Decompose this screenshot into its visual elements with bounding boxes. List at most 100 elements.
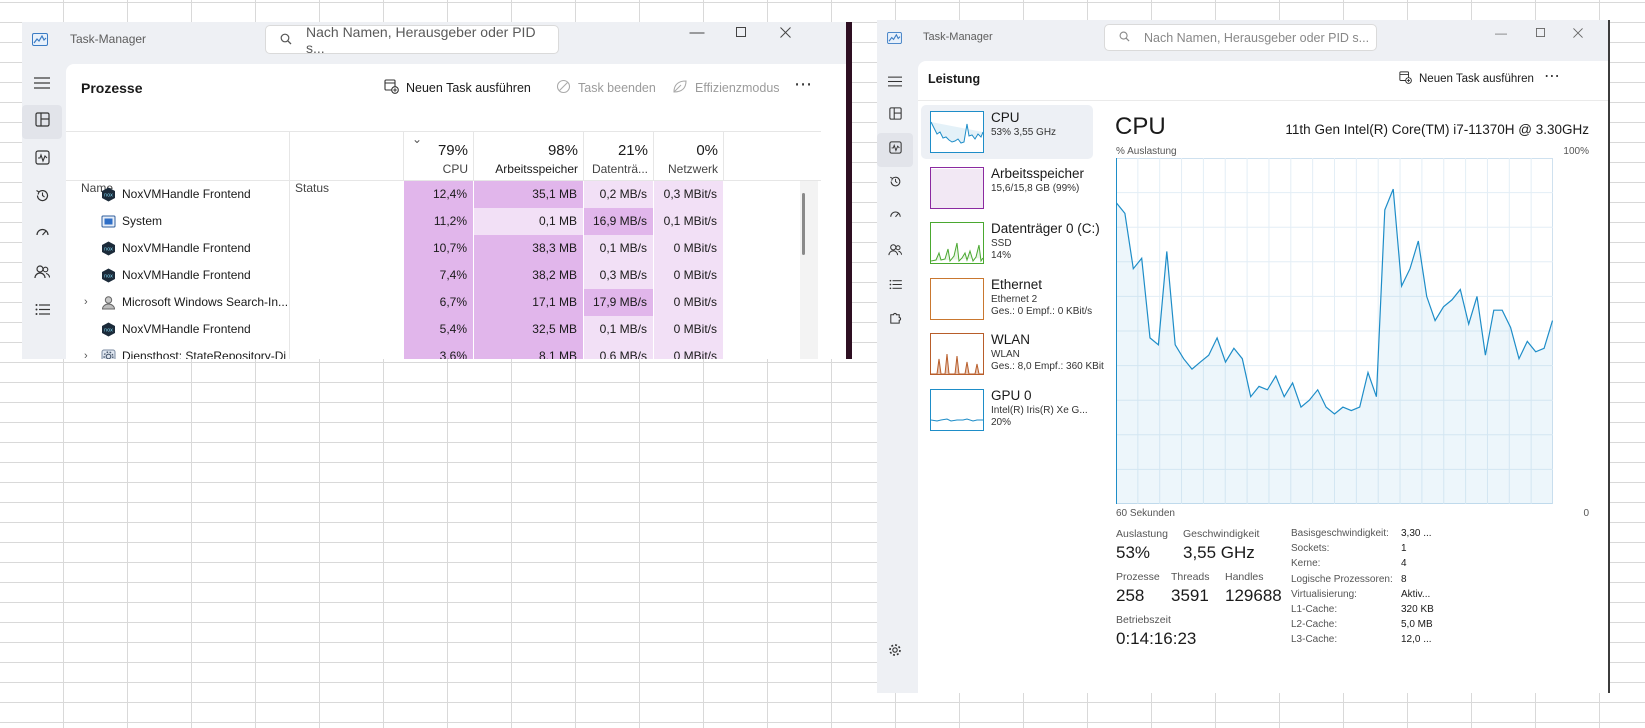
- col-divider: [723, 132, 724, 180]
- resource-item-datenträger[interactable]: Datenträger 0 (C:) SSD 14%: [921, 216, 1100, 270]
- nav-details-button[interactable]: [22, 295, 62, 329]
- maximize-button[interactable]: [730, 24, 752, 41]
- efficiency-mode-button[interactable]: Effizienzmodus: [672, 79, 780, 97]
- spec-value: 8: [1401, 573, 1407, 585]
- end-task-button[interactable]: Task beenden: [556, 79, 656, 97]
- task-manager-window-processes: Task-Manager Nach Namen, Herausgeber ode…: [22, 22, 852, 359]
- nav-app-history-button[interactable]: [22, 181, 62, 215]
- search-placeholder: Nach Namen, Herausgeber oder PID s...: [306, 23, 536, 56]
- hamburger-menu-button[interactable]: [877, 64, 913, 98]
- resource-name: CPU: [991, 110, 1020, 125]
- col-network-header[interactable]: 0% Netzwerk: [654, 132, 724, 180]
- resource-item-gpu[interactable]: GPU 0 Intel(R) Iris(R) Xe G... 20%: [921, 383, 1093, 437]
- resource-item-cpu[interactable]: CPU 53% 3,55 GHz: [921, 105, 1093, 159]
- nav-services-button[interactable]: [877, 303, 913, 337]
- col-disk-header[interactable]: 21% Datenträ...: [584, 132, 654, 180]
- minimize-button[interactable]: —: [1490, 25, 1512, 41]
- expand-chevron-icon[interactable]: ›: [84, 289, 88, 316]
- nav-users-button[interactable]: [877, 235, 913, 269]
- scrollbar-thumb[interactable]: [802, 193, 805, 255]
- resource-name: GPU 0: [991, 387, 1032, 403]
- performance-icon: [34, 150, 50, 170]
- graph-y-label: % Auslastung: [1116, 146, 1177, 157]
- nav-startup-apps-button[interactable]: [22, 219, 62, 253]
- nav-processes-button[interactable]: [877, 99, 913, 133]
- more-options-button[interactable]: ⋯: [1544, 66, 1560, 86]
- table-row[interactable]: › Microsoft Windows Search-In... 6,7% 17,1 …: [66, 289, 846, 316]
- table-row[interactable]: nox NoxVMHandle Frontend 7,4% 38,2 MB 0,3 MB…: [66, 262, 846, 289]
- nav-startup-apps-button[interactable]: [877, 201, 913, 235]
- nav-settings-button[interactable]: [877, 635, 913, 669]
- hamburger-menu-button[interactable]: [22, 66, 62, 100]
- net-col-label: Netzwerk: [667, 162, 718, 176]
- mem-total-pct: 98%: [547, 142, 578, 159]
- nav-details-button[interactable]: [877, 269, 913, 303]
- process-network: 0,1 MBit/s: [654, 208, 723, 235]
- nav-app-history-button[interactable]: [877, 167, 913, 201]
- resource-detail: Intel(R) Iris(R) Xe G...: [991, 404, 1088, 416]
- col-memory-header[interactable]: 98% Arbeitsspeicher: [474, 132, 584, 180]
- table-row[interactable]: System 11,2% 0,1 MB 16,9 MB/s 0,1 MBit/s: [66, 208, 846, 235]
- process-cpu: 11,2%: [404, 208, 473, 235]
- spec-value: 4: [1401, 558, 1407, 570]
- table-row[interactable]: nox NoxVMHandle Frontend 5,4% 32,5 MB 0,1 MB…: [66, 316, 846, 343]
- col-cpu-header[interactable]: 79% CPU: [404, 132, 474, 180]
- resource-item-ethernet[interactable]: Ethernet Ethernet 2 Ges.: 0 Empf.: 0 KBit/…: [921, 272, 1093, 326]
- process-network: 0 MBit/s: [654, 235, 723, 262]
- resource-detail: 20%: [991, 416, 1012, 428]
- page-title: Prozesse: [81, 80, 143, 96]
- spec-value: 5,0 MB: [1401, 619, 1433, 631]
- resource-list: CPU 53% 3,55 GHz Arbeitsspeicher 15,6/15,8 …: [918, 105, 1104, 437]
- new-task-button[interactable]: Neuen Task ausführen: [384, 79, 531, 97]
- resource-item-arbeitsspeicher[interactable]: Arbeitsspeicher 15,6/15,8 GB (99%): [921, 161, 1093, 215]
- process-disk: 0,2 MB/s: [584, 181, 653, 208]
- spec-label: L2-Cache:: [1291, 619, 1338, 631]
- process-cpu: 6,7%: [404, 289, 473, 316]
- process-cpu: 5,4%: [404, 316, 473, 343]
- process-memory: 32,5 MB: [474, 316, 583, 343]
- service-host-icon: [101, 349, 116, 359]
- performance-panel: Leistung Neuen Task ausführen ⋯ CPU 53% 3…: [918, 61, 1608, 693]
- close-button[interactable]: [1567, 25, 1589, 42]
- close-button[interactable]: [774, 25, 796, 42]
- history-icon: [35, 188, 50, 208]
- toolbar-divider: [918, 100, 1608, 101]
- maximize-button[interactable]: [1529, 25, 1551, 41]
- disk-total-pct: 21%: [617, 142, 648, 159]
- table-row[interactable]: nox NoxVMHandle Frontend 10,7% 38,3 MB 0,1 M…: [66, 235, 846, 262]
- more-options-button[interactable]: ⋯: [794, 74, 812, 95]
- table-row[interactable]: nox NoxVMHandle Frontend 12,4% 35,1 MB 0,2 M…: [66, 181, 846, 208]
- users-icon: [888, 243, 902, 261]
- search-input[interactable]: Nach Namen, Herausgeber oder PID s...: [1104, 24, 1377, 51]
- resource-item-wlan[interactable]: WLAN WLAN Ges.: 8,0 Empf.: 360 KBit: [921, 327, 1104, 381]
- new-task-label: Neuen Task ausführen: [406, 81, 531, 95]
- new-task-button[interactable]: Neuen Task ausführen: [1399, 71, 1534, 87]
- net-total-pct: 0%: [696, 142, 718, 159]
- process-table-body: nox NoxVMHandle Frontend 12,4% 35,1 MB 0,2 M…: [66, 181, 846, 359]
- spec-value: 320 KB: [1401, 604, 1434, 615]
- processes-icon: [888, 107, 902, 125]
- process-name: Diensthost: StateRepository-Di...: [122, 349, 287, 359]
- process-memory: 35,1 MB: [474, 181, 583, 208]
- minimize-button[interactable]: —: [686, 25, 708, 41]
- nav-performance-button[interactable]: [22, 143, 62, 177]
- nav-performance-button[interactable]: [877, 133, 913, 167]
- task-manager-window-performance: Task-Manager Nach Namen, Herausgeber ode…: [877, 20, 1610, 693]
- expand-chevron-icon[interactable]: ›: [84, 343, 88, 359]
- table-row[interactable]: › Diensthost: StateRepository-Di... 3,6% 8,…: [66, 343, 846, 359]
- prohibited-icon: [556, 79, 571, 97]
- spec-value: Aktiv...: [1401, 588, 1431, 600]
- graph-x-label-left: 60 Sekunden: [1116, 508, 1175, 519]
- nav-users-button[interactable]: [22, 257, 62, 291]
- end-task-label: Task beenden: [578, 81, 656, 95]
- search-input[interactable]: Nach Namen, Herausgeber oder PID s...: [265, 23, 559, 56]
- utilization-label: Auslastung: [1116, 528, 1168, 540]
- processes-icon: [34, 112, 50, 132]
- process-network: 0 MBit/s: [654, 316, 723, 343]
- resource-name: Ethernet: [991, 276, 1043, 292]
- details-list-icon: [35, 303, 50, 321]
- nav-processes-button[interactable]: [22, 105, 62, 139]
- process-name: Microsoft Windows Search-In...: [122, 295, 287, 309]
- process-network: 0 MBit/s: [654, 262, 723, 289]
- handles-label: Handles: [1225, 571, 1264, 583]
